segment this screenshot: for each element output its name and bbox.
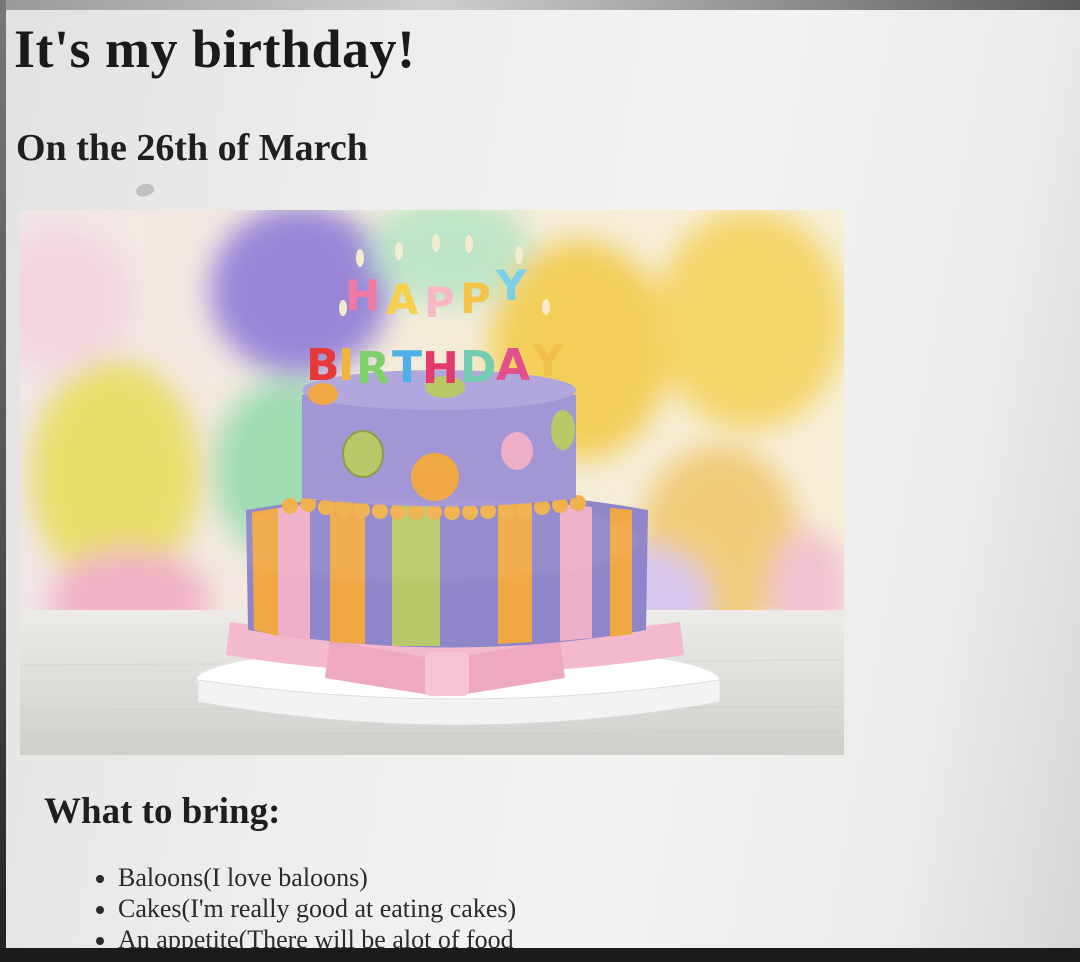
svg-text:P: P [460, 274, 491, 323]
browser-page: It's my birthday! On the 26th of March H… [0, 0, 1080, 962]
svg-text:H: H [345, 271, 380, 320]
birthday-candles: B I R T H D A Y [306, 336, 565, 394]
bring-heading: What to bring: [44, 791, 281, 832]
page-title: It's my birthday! [14, 19, 416, 79]
svg-text:B: B [306, 340, 340, 391]
monitor-bezel-bottom [0, 948, 1080, 962]
bring-list: Baloons(I love baloons) Cakes(I'm really… [76, 862, 516, 955]
svg-text:P: P [424, 278, 455, 327]
svg-text:A: A [386, 275, 419, 324]
svg-text:H: H [422, 343, 459, 394]
svg-text:A: A [496, 340, 530, 391]
list-item: Baloons(I love baloons) [118, 862, 516, 893]
list-item: Cakes(I'm really good at eating cakes) [118, 893, 516, 924]
party-date: On the 26th of March [16, 127, 368, 169]
svg-text:D: D [460, 342, 497, 393]
svg-text:Y: Y [495, 261, 527, 310]
birthday-cake-image: H A P P Y B I R T H D A Y [20, 210, 844, 755]
svg-text:I: I [338, 340, 354, 391]
monitor-bezel-top [0, 0, 1080, 10]
mouse-cursor [134, 181, 156, 199]
svg-text:Y: Y [531, 336, 565, 387]
svg-text:T: T [392, 342, 422, 393]
monitor-bezel-left [0, 0, 6, 962]
svg-text:R: R [356, 343, 390, 394]
